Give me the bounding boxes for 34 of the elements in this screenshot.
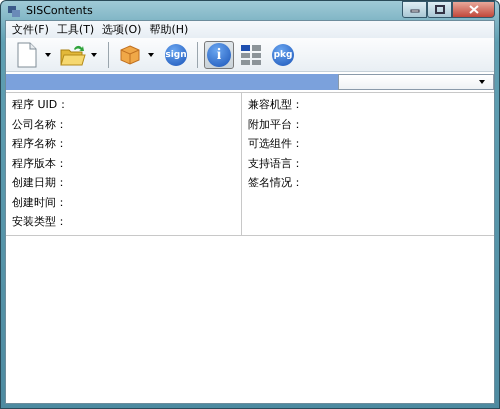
close-button[interactable] bbox=[452, 1, 495, 18]
menu-item[interactable]: 选项(O) bbox=[100, 22, 148, 37]
field-label: 签名情况： bbox=[248, 175, 304, 190]
field-label: 支持语言： bbox=[248, 156, 304, 171]
minimize-button[interactable] bbox=[402, 1, 427, 18]
field-label: 程序 UID： bbox=[12, 97, 70, 112]
minimize-icon bbox=[410, 6, 420, 12]
field-label: 兼容机型： bbox=[248, 97, 304, 112]
menu-item[interactable]: 帮助(H) bbox=[147, 22, 194, 37]
tiles-icon bbox=[240, 44, 262, 66]
field-label: 创建日期： bbox=[12, 175, 68, 190]
field-label: 可选组件： bbox=[248, 136, 304, 152]
close-icon bbox=[468, 5, 478, 14]
field-label: 附加平台： bbox=[248, 116, 304, 132]
field-label: 安装类型： bbox=[12, 214, 68, 230]
toolbar-button[interactable]: pkg bbox=[272, 44, 294, 66]
dropdown-field[interactable] bbox=[338, 74, 494, 90]
dropdown-caret-icon[interactable] bbox=[44, 50, 52, 58]
blank-page-icon bbox=[17, 42, 37, 68]
field-label: 创建时间： bbox=[12, 194, 68, 210]
dropdown-caret-icon[interactable] bbox=[478, 78, 486, 86]
field-label: 程序名称： bbox=[12, 136, 68, 152]
maximize-icon bbox=[434, 5, 444, 14]
box-icon bbox=[119, 44, 141, 66]
menu-item[interactable]: 文件(F) bbox=[10, 22, 55, 37]
dropdown-caret-icon[interactable] bbox=[90, 50, 98, 58]
window-title: SISContents bbox=[26, 4, 93, 17]
maximize-button[interactable] bbox=[427, 1, 452, 18]
toolbar-button[interactable]: sign bbox=[165, 44, 187, 66]
field-label: 公司名称： bbox=[12, 116, 68, 132]
app-icon bbox=[7, 4, 21, 18]
dropdown-caret-icon[interactable] bbox=[147, 50, 155, 58]
field-label: 程序版本： bbox=[12, 156, 68, 171]
menu-item[interactable]: 工具(T) bbox=[54, 22, 100, 37]
